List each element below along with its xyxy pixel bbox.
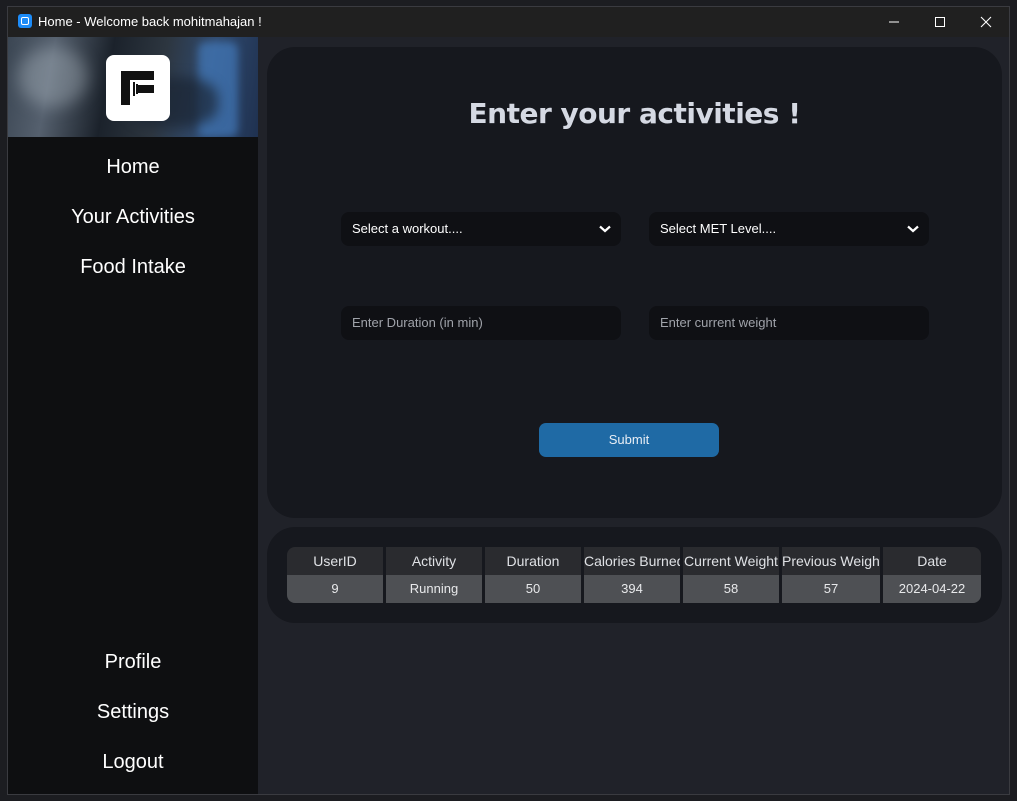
met-level-select[interactable]: Select MET Level.... [649, 212, 929, 246]
chevron-down-icon [907, 225, 919, 233]
sidebar: Home Your Activities Food Intake Profile… [8, 37, 258, 794]
close-button[interactable] [963, 7, 1009, 37]
activity-table-panel: UserID Activity Duration Calories Burned… [267, 527, 1002, 623]
sidebar-banner-image [8, 37, 258, 137]
maximize-button[interactable] [917, 7, 963, 37]
column-header-date: Date [883, 547, 981, 575]
dumbbell-f-logo-icon [121, 71, 154, 105]
column-header-activity: Activity [386, 547, 482, 575]
duration-input[interactable]: Enter Duration (in min) [341, 306, 621, 340]
sidebar-item-logout[interactable]: Logout [8, 751, 258, 774]
minimize-icon [889, 21, 899, 23]
title-bar: Home - Welcome back mohitmahajan ! [8, 7, 1009, 37]
app-icon [18, 14, 32, 28]
app-logo [106, 55, 170, 121]
column-header-calories-burned: Calories Burned [584, 547, 680, 575]
weight-input[interactable]: Enter current weight [649, 306, 929, 340]
workout-select[interactable]: Select a workout.... [341, 212, 621, 246]
table-cell-current-weight: 58 [683, 575, 779, 603]
column-header-current-weight: Current Weight [683, 547, 779, 575]
submit-button[interactable]: Submit [539, 423, 719, 457]
met-select-value: Select MET Level.... [660, 221, 777, 236]
table-cell-previous-weight: 57 [782, 575, 880, 603]
workout-select-value: Select a workout.... [352, 221, 463, 236]
app-window: Home - Welcome back mohitmahajan ! Home … [7, 6, 1010, 795]
table-cell-activity: Running [386, 575, 482, 603]
sidebar-item-your-activities[interactable]: Your Activities [8, 206, 258, 229]
table-cell-calories-burned: 394 [584, 575, 680, 603]
column-header-userid: UserID [287, 547, 383, 575]
column-header-duration: Duration [485, 547, 581, 575]
minimize-button[interactable] [871, 7, 917, 37]
sidebar-item-settings[interactable]: Settings [8, 701, 258, 724]
close-icon [980, 16, 992, 28]
sidebar-item-food-intake[interactable]: Food Intake [8, 256, 258, 279]
activity-form-panel: Enter your activities ! Select a workout… [267, 47, 1002, 518]
sidebar-item-home[interactable]: Home [8, 156, 258, 179]
sidebar-item-profile[interactable]: Profile [8, 651, 258, 674]
form-title: Enter your activities ! [468, 97, 801, 130]
window-title: Home - Welcome back mohitmahajan ! [38, 14, 262, 29]
table-cell-userid: 9 [287, 575, 383, 603]
maximize-icon [935, 17, 945, 27]
table-cell-duration: 50 [485, 575, 581, 603]
activity-table: UserID Activity Duration Calories Burned… [287, 547, 981, 603]
table-cell-date: 2024-04-22 [883, 575, 981, 603]
chevron-down-icon [599, 225, 611, 233]
column-header-previous-weight: Previous Weight [782, 547, 880, 575]
